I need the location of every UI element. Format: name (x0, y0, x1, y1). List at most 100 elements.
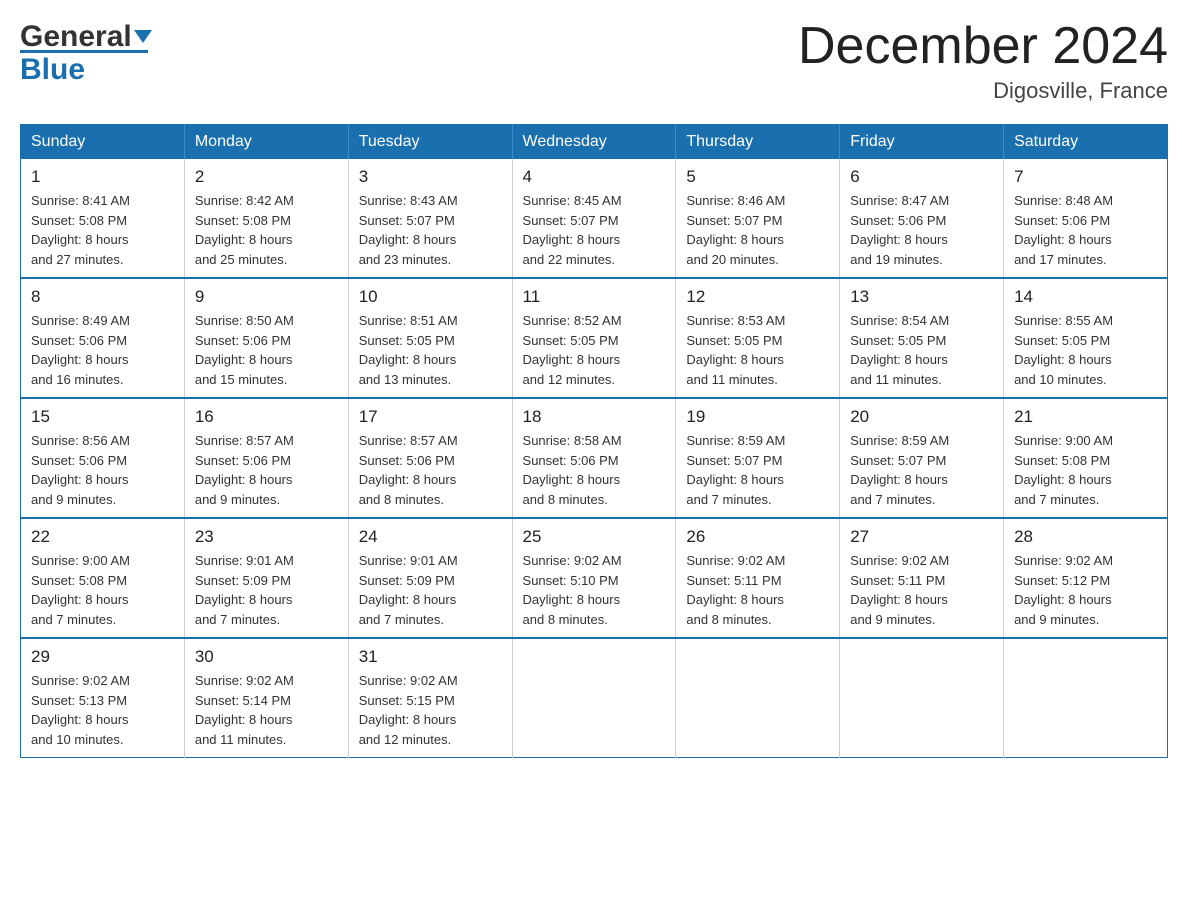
day-info: Sunrise: 9:02 AMSunset: 5:10 PMDaylight:… (523, 551, 666, 629)
day-number: 7 (1014, 167, 1157, 187)
calendar-day-header: Tuesday (348, 125, 512, 160)
calendar-day-cell (1004, 638, 1168, 758)
calendar-day-cell: 30 Sunrise: 9:02 AMSunset: 5:14 PMDaylig… (184, 638, 348, 758)
calendar-day-cell: 11 Sunrise: 8:52 AMSunset: 5:05 PMDaylig… (512, 278, 676, 398)
logo-blue: Blue (20, 53, 152, 86)
day-info: Sunrise: 9:01 AMSunset: 5:09 PMDaylight:… (359, 551, 502, 629)
calendar-day-cell: 6 Sunrise: 8:47 AMSunset: 5:06 PMDayligh… (840, 159, 1004, 278)
calendar-day-cell: 24 Sunrise: 9:01 AMSunset: 5:09 PMDaylig… (348, 518, 512, 638)
calendar-day-cell: 1 Sunrise: 8:41 AMSunset: 5:08 PMDayligh… (21, 159, 185, 278)
day-info: Sunrise: 8:47 AMSunset: 5:06 PMDaylight:… (850, 191, 993, 269)
logo-triangle-icon (134, 30, 152, 43)
calendar-day-cell: 27 Sunrise: 9:02 AMSunset: 5:11 PMDaylig… (840, 518, 1004, 638)
location: Digosville, France (798, 78, 1168, 104)
day-number: 3 (359, 167, 502, 187)
day-number: 1 (31, 167, 174, 187)
day-number: 11 (523, 287, 666, 307)
day-number: 15 (31, 407, 174, 427)
calendar-day-cell: 16 Sunrise: 8:57 AMSunset: 5:06 PMDaylig… (184, 398, 348, 518)
calendar-week-row: 15 Sunrise: 8:56 AMSunset: 5:06 PMDaylig… (21, 398, 1168, 518)
calendar-day-cell: 13 Sunrise: 8:54 AMSunset: 5:05 PMDaylig… (840, 278, 1004, 398)
day-info: Sunrise: 8:58 AMSunset: 5:06 PMDaylight:… (523, 431, 666, 509)
day-info: Sunrise: 9:00 AMSunset: 5:08 PMDaylight:… (31, 551, 174, 629)
calendar-day-cell: 9 Sunrise: 8:50 AMSunset: 5:06 PMDayligh… (184, 278, 348, 398)
day-number: 14 (1014, 287, 1157, 307)
calendar-day-cell: 28 Sunrise: 9:02 AMSunset: 5:12 PMDaylig… (1004, 518, 1168, 638)
day-info: Sunrise: 9:02 AMSunset: 5:12 PMDaylight:… (1014, 551, 1157, 629)
calendar-day-cell: 4 Sunrise: 8:45 AMSunset: 5:07 PMDayligh… (512, 159, 676, 278)
day-info: Sunrise: 9:02 AMSunset: 5:11 PMDaylight:… (686, 551, 829, 629)
day-number: 18 (523, 407, 666, 427)
day-number: 9 (195, 287, 338, 307)
calendar-week-row: 1 Sunrise: 8:41 AMSunset: 5:08 PMDayligh… (21, 159, 1168, 278)
day-number: 8 (31, 287, 174, 307)
day-number: 19 (686, 407, 829, 427)
day-info: Sunrise: 8:46 AMSunset: 5:07 PMDaylight:… (686, 191, 829, 269)
calendar-table: SundayMondayTuesdayWednesdayThursdayFrid… (20, 124, 1168, 758)
day-info: Sunrise: 8:59 AMSunset: 5:07 PMDaylight:… (686, 431, 829, 509)
calendar-day-cell: 25 Sunrise: 9:02 AMSunset: 5:10 PMDaylig… (512, 518, 676, 638)
calendar-day-cell (840, 638, 1004, 758)
calendar-day-cell: 14 Sunrise: 8:55 AMSunset: 5:05 PMDaylig… (1004, 278, 1168, 398)
calendar-day-cell: 18 Sunrise: 8:58 AMSunset: 5:06 PMDaylig… (512, 398, 676, 518)
page-header: General Blue December 2024 Digosville, F… (20, 20, 1168, 104)
day-info: Sunrise: 8:49 AMSunset: 5:06 PMDaylight:… (31, 311, 174, 389)
day-number: 10 (359, 287, 502, 307)
day-number: 21 (1014, 407, 1157, 427)
day-number: 4 (523, 167, 666, 187)
calendar-day-cell: 19 Sunrise: 8:59 AMSunset: 5:07 PMDaylig… (676, 398, 840, 518)
calendar-week-row: 8 Sunrise: 8:49 AMSunset: 5:06 PMDayligh… (21, 278, 1168, 398)
calendar-day-cell: 20 Sunrise: 8:59 AMSunset: 5:07 PMDaylig… (840, 398, 1004, 518)
logo-general: General (20, 20, 132, 54)
day-number: 23 (195, 527, 338, 547)
day-info: Sunrise: 9:02 AMSunset: 5:15 PMDaylight:… (359, 671, 502, 749)
day-info: Sunrise: 8:50 AMSunset: 5:06 PMDaylight:… (195, 311, 338, 389)
day-info: Sunrise: 8:45 AMSunset: 5:07 PMDaylight:… (523, 191, 666, 269)
calendar-day-header: Saturday (1004, 125, 1168, 160)
calendar-day-cell: 10 Sunrise: 8:51 AMSunset: 5:05 PMDaylig… (348, 278, 512, 398)
day-number: 26 (686, 527, 829, 547)
calendar-day-cell (676, 638, 840, 758)
day-number: 6 (850, 167, 993, 187)
calendar-day-cell: 23 Sunrise: 9:01 AMSunset: 5:09 PMDaylig… (184, 518, 348, 638)
day-number: 29 (31, 647, 174, 667)
calendar-header-row: SundayMondayTuesdayWednesdayThursdayFrid… (21, 125, 1168, 160)
day-number: 13 (850, 287, 993, 307)
calendar-week-row: 22 Sunrise: 9:00 AMSunset: 5:08 PMDaylig… (21, 518, 1168, 638)
calendar-day-cell: 7 Sunrise: 8:48 AMSunset: 5:06 PMDayligh… (1004, 159, 1168, 278)
day-number: 25 (523, 527, 666, 547)
day-number: 31 (359, 647, 502, 667)
day-info: Sunrise: 9:00 AMSunset: 5:08 PMDaylight:… (1014, 431, 1157, 509)
calendar-day-cell: 17 Sunrise: 8:57 AMSunset: 5:06 PMDaylig… (348, 398, 512, 518)
calendar-day-header: Thursday (676, 125, 840, 160)
day-info: Sunrise: 9:02 AMSunset: 5:11 PMDaylight:… (850, 551, 993, 629)
day-info: Sunrise: 8:41 AMSunset: 5:08 PMDaylight:… (31, 191, 174, 269)
day-number: 16 (195, 407, 338, 427)
calendar-day-cell: 26 Sunrise: 9:02 AMSunset: 5:11 PMDaylig… (676, 518, 840, 638)
day-number: 2 (195, 167, 338, 187)
calendar-day-cell (512, 638, 676, 758)
calendar-day-cell: 12 Sunrise: 8:53 AMSunset: 5:05 PMDaylig… (676, 278, 840, 398)
logo: General Blue (20, 20, 152, 86)
day-number: 12 (686, 287, 829, 307)
day-info: Sunrise: 8:57 AMSunset: 5:06 PMDaylight:… (195, 431, 338, 509)
calendar-day-cell: 31 Sunrise: 9:02 AMSunset: 5:15 PMDaylig… (348, 638, 512, 758)
day-number: 5 (686, 167, 829, 187)
calendar-day-cell: 29 Sunrise: 9:02 AMSunset: 5:13 PMDaylig… (21, 638, 185, 758)
calendar-day-cell: 15 Sunrise: 8:56 AMSunset: 5:06 PMDaylig… (21, 398, 185, 518)
day-info: Sunrise: 8:56 AMSunset: 5:06 PMDaylight:… (31, 431, 174, 509)
day-number: 30 (195, 647, 338, 667)
calendar-day-cell: 2 Sunrise: 8:42 AMSunset: 5:08 PMDayligh… (184, 159, 348, 278)
calendar-day-cell: 21 Sunrise: 9:00 AMSunset: 5:08 PMDaylig… (1004, 398, 1168, 518)
day-number: 27 (850, 527, 993, 547)
day-info: Sunrise: 9:01 AMSunset: 5:09 PMDaylight:… (195, 551, 338, 629)
calendar-day-cell: 8 Sunrise: 8:49 AMSunset: 5:06 PMDayligh… (21, 278, 185, 398)
day-info: Sunrise: 8:42 AMSunset: 5:08 PMDaylight:… (195, 191, 338, 269)
day-info: Sunrise: 8:59 AMSunset: 5:07 PMDaylight:… (850, 431, 993, 509)
day-number: 17 (359, 407, 502, 427)
calendar-day-cell: 3 Sunrise: 8:43 AMSunset: 5:07 PMDayligh… (348, 159, 512, 278)
day-info: Sunrise: 8:51 AMSunset: 5:05 PMDaylight:… (359, 311, 502, 389)
day-info: Sunrise: 8:52 AMSunset: 5:05 PMDaylight:… (523, 311, 666, 389)
calendar-day-cell: 5 Sunrise: 8:46 AMSunset: 5:07 PMDayligh… (676, 159, 840, 278)
day-info: Sunrise: 8:53 AMSunset: 5:05 PMDaylight:… (686, 311, 829, 389)
